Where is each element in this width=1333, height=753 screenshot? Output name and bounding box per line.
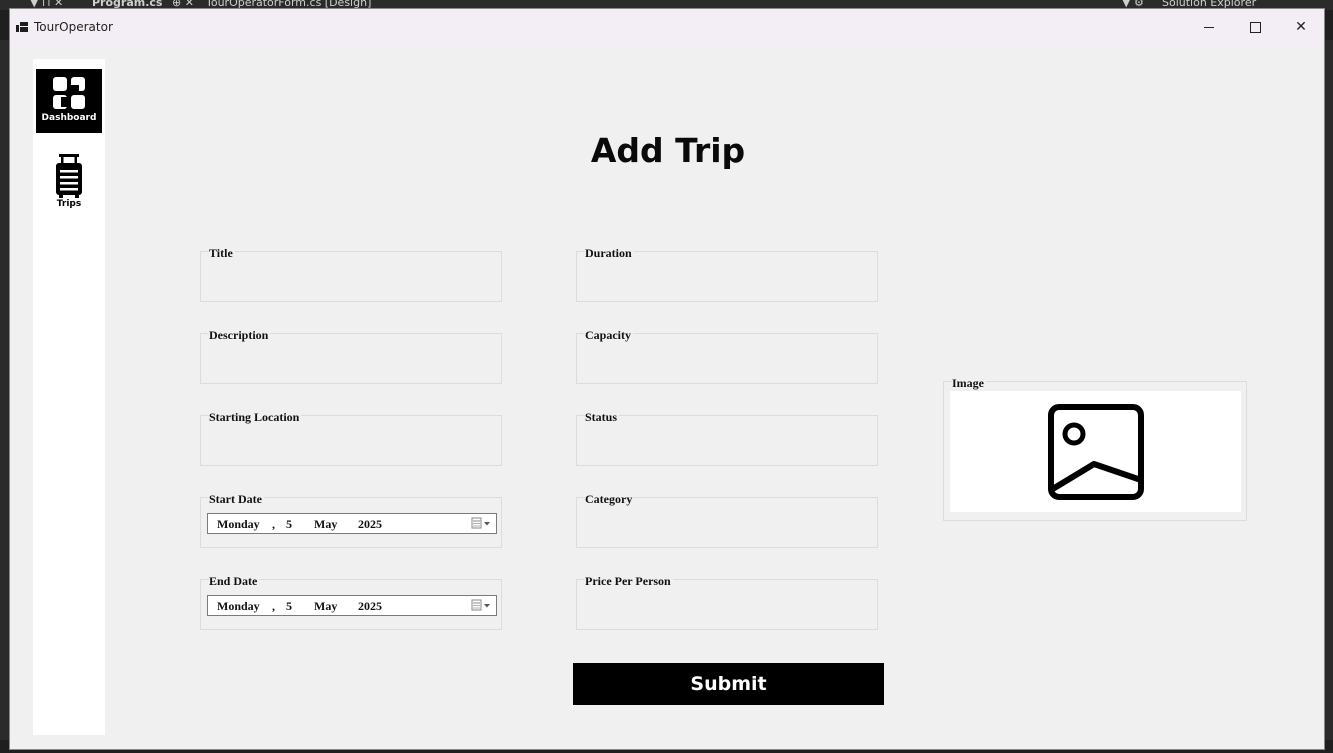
app-window: TourOperator ✕ Dashboard Trips Add Trip … [9, 8, 1325, 750]
app-icon [16, 22, 28, 32]
window-title: TourOperator [34, 20, 113, 34]
close-button[interactable]: ✕ [1278, 9, 1324, 45]
sidebar-item-dashboard[interactable]: Dashboard [36, 69, 102, 133]
capacity-label: Capacity [585, 328, 633, 343]
description-label: Description [209, 328, 271, 343]
maximize-icon [1249, 21, 1261, 33]
page-title: Add Trip [590, 131, 746, 170]
image-upload-box[interactable] [950, 391, 1241, 512]
date-month: May [314, 599, 338, 613]
end-date-picker[interactable]: Monday , 5 May 2025 [207, 595, 497, 616]
maximize-button[interactable] [1232, 9, 1278, 45]
title-label: Title [209, 246, 235, 261]
calendar-dropdown-icon[interactable] [471, 599, 493, 612]
minimize-icon [1204, 26, 1214, 28]
date-day: 5 [286, 599, 292, 613]
category-field[interactable]: Category [576, 492, 878, 548]
start-date-picker[interactable]: Monday , 5 May 2025 [207, 513, 497, 534]
date-separator: , [272, 517, 275, 531]
date-separator: , [272, 599, 275, 613]
submit-button[interactable]: Submit [573, 663, 884, 705]
capacity-field[interactable]: Capacity [576, 328, 878, 384]
sidebar-item-label: Trips [56, 199, 82, 209]
date-day: 5 [286, 517, 292, 531]
date-year: 2025 [358, 517, 382, 531]
end-date-group: End Date Monday , 5 May 2025 [200, 574, 502, 630]
price-per-person-label: Price Per Person [585, 574, 673, 589]
duration-field[interactable]: Duration [576, 246, 878, 302]
date-day-name: Monday [217, 599, 260, 613]
title-field[interactable]: Title [200, 246, 502, 302]
description-field[interactable]: Description [200, 328, 502, 384]
image-group: Image [943, 376, 1247, 521]
date-day-name: Monday [217, 517, 260, 531]
image-label: Image [952, 376, 986, 391]
date-month: May [314, 517, 338, 531]
end-date-label: End Date [209, 574, 260, 589]
date-year: 2025 [358, 599, 382, 613]
start-date-group: Start Date Monday , 5 May 2025 [200, 492, 502, 548]
dashboard-icon [53, 77, 85, 109]
status-label: Status [585, 410, 620, 425]
status-field[interactable]: Status [576, 410, 878, 466]
duration-label: Duration [585, 246, 634, 261]
calendar-dropdown-icon[interactable] [471, 517, 493, 530]
image-placeholder-icon [1048, 404, 1144, 500]
starting-location-label: Starting Location [209, 410, 302, 425]
minimize-button[interactable] [1186, 9, 1232, 45]
category-label: Category [585, 492, 635, 507]
starting-location-field[interactable]: Starting Location [200, 410, 502, 466]
sidebar-item-label: Dashboard [41, 113, 97, 123]
price-per-person-field[interactable]: Price Per Person [576, 574, 878, 630]
title-bar[interactable]: TourOperator ✕ [10, 9, 1324, 47]
start-date-label: Start Date [209, 492, 264, 507]
close-icon: ✕ [1295, 19, 1307, 35]
